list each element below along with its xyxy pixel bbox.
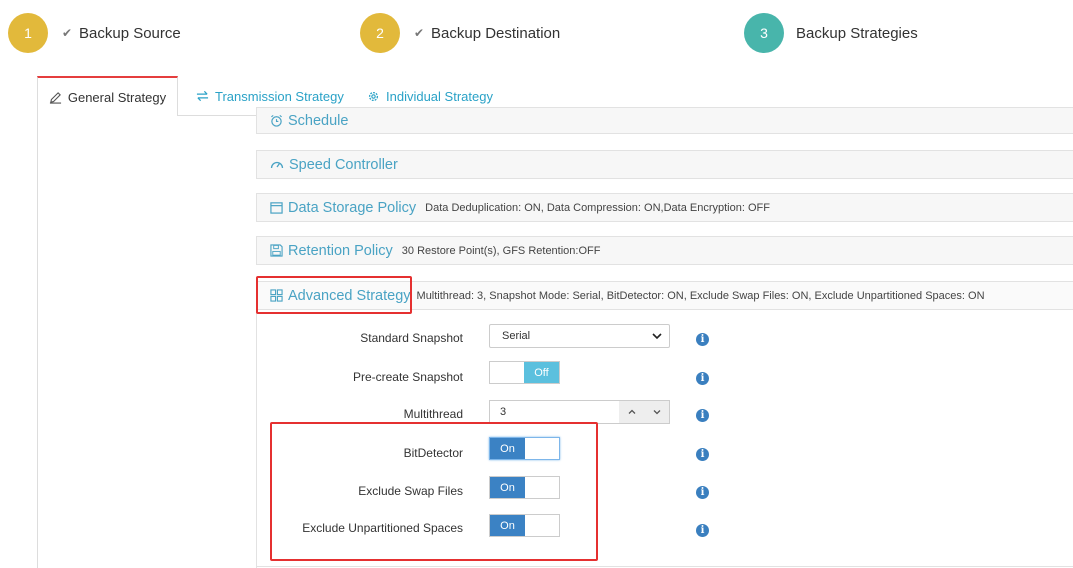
panel-data-storage-policy[interactable]: Data Storage Policy Data Deduplication: … bbox=[256, 193, 1073, 222]
panel-title-text: Speed Controller bbox=[289, 156, 398, 173]
step-label: Backup Destination bbox=[431, 24, 561, 42]
alarm-clock-icon bbox=[271, 114, 282, 127]
standard-snapshot-label: Standard Snapshot bbox=[360, 331, 463, 345]
speedometer-icon bbox=[270, 161, 284, 169]
wizard-step-3[interactable]: 3 Backup Strategies bbox=[744, 13, 918, 53]
multithread-stepper[interactable]: 3 bbox=[489, 400, 670, 424]
edit-icon bbox=[49, 91, 61, 104]
check-icon: ✔ bbox=[414, 26, 425, 40]
precreate-snapshot-label: Pre-create Snapshot bbox=[352, 370, 463, 384]
tab-general-strategy[interactable]: General Strategy bbox=[37, 76, 178, 116]
chevron-up-icon[interactable] bbox=[627, 407, 637, 417]
panel-title: Data Storage Policy bbox=[270, 200, 416, 216]
transfer-icon bbox=[196, 90, 209, 102]
panel-schedule[interactable]: Schedule bbox=[256, 107, 1073, 134]
step-number-badge: 3 bbox=[744, 13, 784, 53]
panel-title-text: Schedule bbox=[288, 112, 349, 129]
info-icon[interactable]: i bbox=[696, 524, 709, 537]
tab-label: Transmission Strategy bbox=[215, 88, 344, 104]
panel-summary: Data Deduplication: ON, Data Compression… bbox=[425, 201, 770, 214]
step-label: Backup Source bbox=[79, 24, 181, 42]
panel-title: Speed Controller bbox=[270, 157, 398, 173]
panel-title-text: Retention Policy bbox=[288, 242, 393, 259]
wizard-step-2[interactable]: 2 ✔ Backup Destination bbox=[360, 13, 560, 53]
info-icon[interactable]: i bbox=[696, 409, 709, 422]
check-icon: ✔ bbox=[62, 26, 73, 40]
info-icon[interactable]: i bbox=[696, 333, 709, 346]
chevron-down-icon[interactable] bbox=[652, 407, 662, 417]
panel-title-text: Data Storage Policy bbox=[288, 199, 417, 216]
chevron-down-icon bbox=[652, 333, 662, 340]
multithread-label: Multithread bbox=[403, 407, 463, 421]
panel-retention-policy[interactable]: Retention Policy 30 Restore Point(s), GF… bbox=[256, 236, 1073, 265]
content-border bbox=[37, 116, 38, 568]
panel-summary: 30 Restore Point(s), GFS Retention:OFF bbox=[401, 244, 601, 257]
highlight-box bbox=[270, 422, 598, 561]
divider bbox=[256, 566, 1073, 567]
highlight-box bbox=[256, 276, 412, 314]
floppy-disk-icon bbox=[270, 244, 283, 257]
panel-speed-controller[interactable]: Speed Controller bbox=[256, 150, 1073, 179]
precreate-snapshot-toggle[interactable]: Off bbox=[489, 361, 560, 384]
gear-icon bbox=[368, 91, 379, 101]
tab-label: General Strategy bbox=[67, 89, 167, 105]
panel-title: Schedule bbox=[270, 113, 348, 129]
toggle-state: Off bbox=[524, 362, 559, 383]
select-value: Serial bbox=[502, 330, 531, 342]
stepper-value: 3 bbox=[500, 406, 507, 418]
step-label: Backup Strategies bbox=[796, 24, 918, 42]
step-number-badge: 2 bbox=[360, 13, 400, 53]
info-icon[interactable]: i bbox=[696, 372, 709, 385]
panel-title: Retention Policy bbox=[270, 243, 393, 259]
wizard-step-1[interactable]: 1 ✔ Backup Source bbox=[8, 13, 181, 53]
stepper-buttons bbox=[619, 401, 669, 423]
info-icon[interactable]: i bbox=[696, 448, 709, 461]
tab-label: Individual Strategy bbox=[386, 88, 493, 104]
standard-snapshot-select[interactable]: Serial bbox=[489, 324, 670, 348]
calendar-icon bbox=[270, 202, 283, 214]
step-number-badge: 1 bbox=[8, 13, 48, 53]
info-icon[interactable]: i bbox=[696, 486, 709, 499]
panel-summary: Multithread: 3, Snapshot Mode: Serial, B… bbox=[416, 289, 985, 302]
